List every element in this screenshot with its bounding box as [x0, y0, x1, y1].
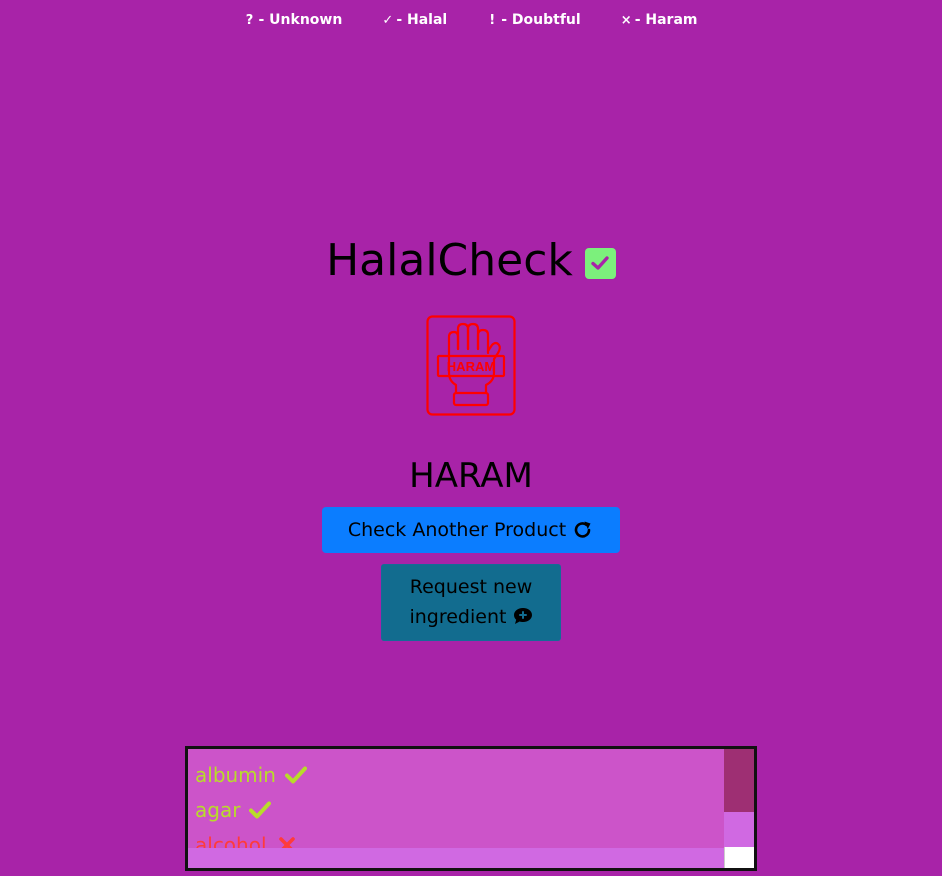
haram-icon-label: HARAM: [447, 359, 495, 374]
check-icon: [248, 798, 272, 822]
legend-item-haram: × - Haram: [621, 12, 698, 28]
check-icon: ✓: [382, 12, 394, 28]
legend-item-halal: ✓ - Halal: [382, 12, 447, 28]
horizontal-scroll-track[interactable]: [188, 848, 724, 868]
comment-plus-icon: [513, 604, 533, 634]
scrollbar-thumb[interactable]: [724, 749, 754, 812]
exclamation-icon: !: [489, 12, 496, 28]
ingredient-name: agar: [195, 797, 241, 822]
refresh-icon: [572, 519, 594, 541]
times-icon: ×: [620, 12, 632, 28]
haram-hand-icon: HARAM: [426, 315, 516, 416]
legend-label-halal: - Halal: [396, 12, 448, 28]
list-item: albumin: [188, 757, 724, 792]
app-header: HalalCheck: [0, 230, 942, 292]
question-icon: ?: [245, 12, 254, 28]
legend-label-haram: - Haram: [634, 12, 698, 28]
ingredient-name: albumin: [195, 762, 276, 787]
status-legend: ? - Unknown ✓ - Halal ! - Doubtful × - H…: [0, 12, 942, 28]
scrollbar-corner: [724, 847, 754, 868]
request-new-ingredient-button[interactable]: Request new ingredient: [381, 564, 561, 641]
ingredient-list-box[interactable]: albumin agar alcohol: [185, 746, 757, 871]
check-another-label: Check Another Product: [347, 519, 567, 541]
app-title-heading: HalalCheck: [326, 230, 616, 292]
list-item: agar: [188, 792, 724, 827]
app-title: HalalCheck: [326, 235, 573, 286]
verdict-text: HARAM: [409, 456, 533, 496]
check-another-product-button[interactable]: Check Another Product: [322, 507, 620, 553]
legend-label-unknown: - Unknown: [258, 12, 343, 28]
check-icon: [284, 763, 308, 787]
legend-label-doubtful: - Doubtful: [501, 12, 581, 28]
legend-item-unknown: ? - Unknown: [245, 12, 343, 28]
legend-item-doubtful: ! - Doubtful: [487, 12, 580, 28]
check-square-icon: [584, 247, 616, 279]
